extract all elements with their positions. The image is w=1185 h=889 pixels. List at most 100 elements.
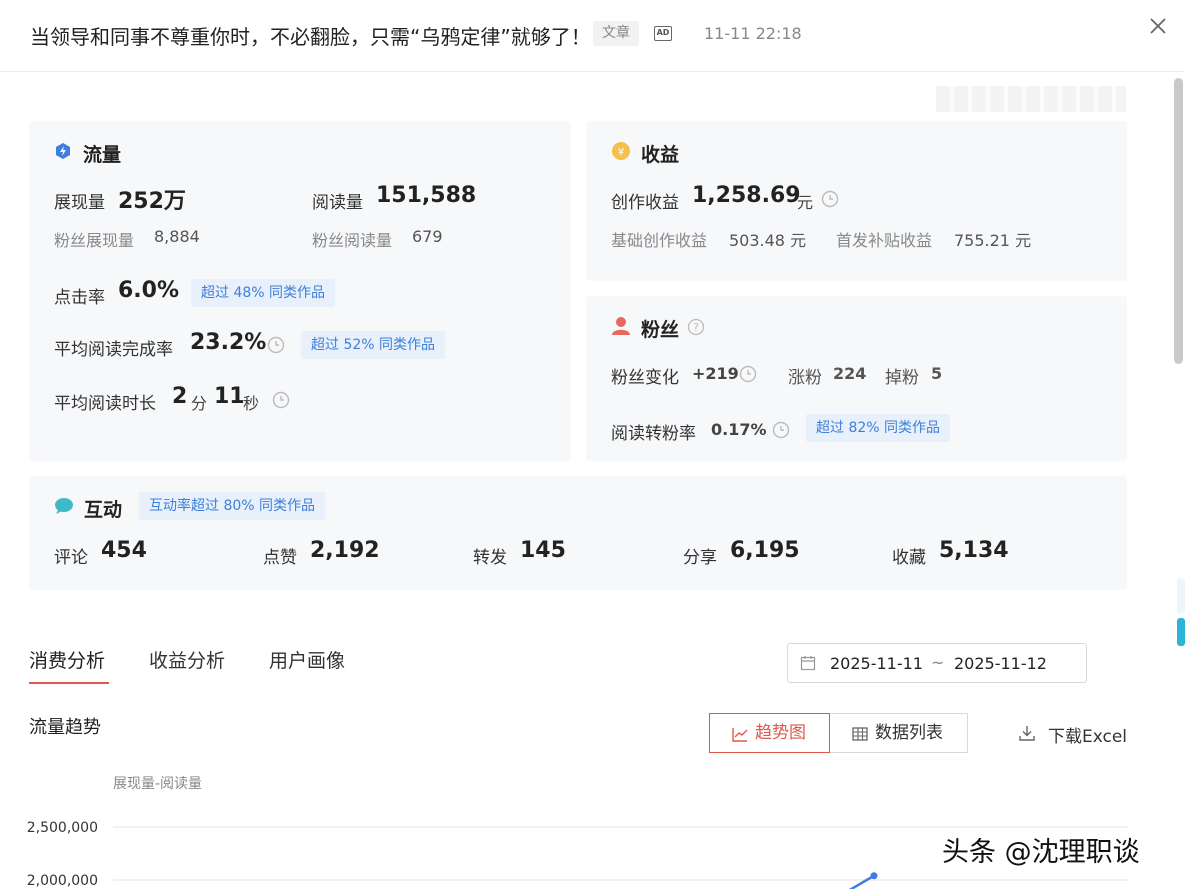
start-date[interactable]: 2025-11-11 — [830, 654, 923, 673]
traffic-trend-chart: 展现量-阅读量 2,500,000 2,000,000 — [27, 775, 1128, 889]
base-revenue-label: 基础创作收益 — [611, 231, 708, 250]
scrollbar-thumb[interactable] — [1174, 78, 1183, 364]
svg-text:¥: ¥ — [618, 147, 624, 158]
revenue-total-value: 1,258.69 — [692, 183, 801, 208]
subsidy-revenue-label: 首发补贴收益 — [836, 231, 933, 250]
likes-label: 点赞 — [263, 548, 297, 568]
chat-bubble-icon — [55, 498, 73, 514]
completion-badge: 超过 52% 同类作品 — [301, 331, 446, 359]
conversion-value: 0.17% — [711, 420, 767, 439]
favorites-value: 5,134 — [939, 538, 1009, 563]
interaction-title: 互动 — [84, 499, 123, 521]
active-tab-indicator — [29, 682, 109, 684]
clock-icon[interactable] — [267, 336, 285, 354]
ctr-label: 点击率 — [54, 288, 105, 308]
trend-chart-label: 趋势图 — [755, 723, 806, 743]
fan-impressions-label: 粉丝展现量 — [54, 231, 135, 250]
minutes-unit: 分 — [191, 394, 208, 413]
conversion-label: 阅读转粉率 — [611, 424, 696, 444]
coin-icon: ¥ — [612, 142, 630, 160]
side-accent-tab[interactable] — [1177, 618, 1185, 646]
header: 当领导和同事不尊重你时，不必翻脸，只需“乌鸦定律”就够了！ 文章 AD 11-1… — [0, 0, 1185, 72]
traffic-icon — [56, 143, 70, 159]
tab-revenue-analysis[interactable]: 收益分析 — [149, 646, 225, 673]
fans-gain-value: 224 — [833, 364, 867, 383]
comments-value: 454 — [101, 538, 147, 563]
reads-label: 阅读量 — [312, 193, 363, 213]
seconds-unit: 秒 — [243, 394, 260, 413]
ad-icon: AD — [654, 26, 672, 41]
fans-change-label: 粉丝变化 — [611, 368, 679, 388]
reposts-value: 145 — [520, 538, 566, 563]
section-title: 流量趋势 — [29, 717, 101, 738]
data-list-button[interactable]: 数据列表 — [829, 713, 968, 753]
trend-icon — [732, 728, 748, 742]
faded-header-remnant — [936, 86, 1126, 112]
fans-change-value: +219 — [692, 364, 739, 383]
date-range-picker[interactable]: 2025-11-11 ~ 2025-11-12 — [787, 643, 1087, 683]
fans-loss-label: 掉粉 — [885, 368, 919, 388]
shares-label: 分享 — [683, 548, 717, 568]
chart-series-line — [848, 874, 875, 889]
tab-consumption-analysis[interactable]: 消费分析 — [29, 646, 105, 673]
download-excel-label: 下载Excel — [1048, 727, 1128, 747]
conversion-badge: 超过 82% 同类作品 — [806, 414, 951, 442]
ctr-badge: 超过 48% 同类作品 — [191, 279, 336, 307]
chart-data-point[interactable] — [870, 872, 878, 880]
fans-gain-label: 涨粉 — [788, 368, 822, 388]
reads-value: 151,588 — [376, 183, 477, 208]
duration-label: 平均阅读时长 — [54, 394, 156, 414]
user-icon — [612, 317, 630, 335]
clock-icon[interactable] — [739, 365, 757, 383]
close-icon[interactable] — [1146, 14, 1170, 38]
revenue-total-label: 创作收益 — [611, 193, 679, 213]
view-toggle: 趋势图 数据列表 — [709, 713, 968, 753]
date-separator: ~ — [931, 653, 945, 672]
download-icon — [1019, 726, 1035, 741]
watermark: 头条 @沈理职谈 — [942, 837, 1140, 868]
revenue-card: ¥ 收益 创作收益 1,258.69 元 基础创作收益 503.48 元 首发补… — [586, 121, 1127, 281]
fans-card: 粉丝 ? 粉丝变化 +219 涨粉 224 掉粉 5 阅读转粉率 0.17% 超… — [586, 296, 1127, 461]
svg-text:?: ? — [693, 321, 699, 334]
end-date[interactable]: 2025-11-12 — [954, 654, 1047, 673]
side-widget — [1177, 578, 1185, 614]
chart-y-tick-label: 2,000,000 — [27, 873, 98, 889]
calendar-icon — [800, 656, 816, 671]
subsidy-revenue-value: 755.21 元 — [954, 231, 1032, 250]
ctr-value: 6.0% — [118, 278, 180, 303]
fan-reads-value: 679 — [412, 227, 443, 246]
publish-time: 11-11 22:18 — [704, 24, 802, 43]
interaction-card: 互动 互动率超过 80% 同类作品 评论 454 点赞 2,192 转发 145… — [29, 476, 1127, 590]
revenue-unit: 元 — [797, 193, 814, 212]
trend-chart-button[interactable]: 趋势图 — [709, 713, 830, 753]
clock-icon[interactable] — [772, 421, 790, 439]
revenue-title: 收益 — [641, 144, 680, 166]
likes-value: 2,192 — [310, 538, 380, 563]
article-title[interactable]: 当领导和同事不尊重你时，不必翻脸，只需“乌鸦定律”就够了！ — [30, 21, 591, 50]
duration-seconds: 11 — [214, 384, 245, 409]
chart-ylabel: 展现量-阅读量 — [113, 775, 202, 792]
completion-value: 23.2% — [190, 330, 267, 355]
comments-label: 评论 — [54, 548, 88, 568]
impressions-label: 展现量 — [54, 193, 105, 213]
impressions-value: 252万 — [118, 189, 186, 214]
fans-title: 粉丝 — [641, 319, 680, 341]
chart-y-tick-label: 2,500,000 — [27, 820, 98, 836]
traffic-title: 流量 — [83, 144, 122, 166]
fan-impressions-value: 8,884 — [154, 227, 200, 246]
article-data-panel: 当领导和同事不尊重你时，不必翻脸，只需“乌鸦定律”就够了！ 文章 AD 11-1… — [0, 0, 1185, 889]
base-revenue-value: 503.48 元 — [729, 231, 807, 250]
tab-user-profile[interactable]: 用户画像 — [269, 646, 345, 673]
reposts-label: 转发 — [473, 548, 507, 568]
interaction-badge: 互动率超过 80% 同类作品 — [139, 492, 326, 520]
shares-value: 6,195 — [730, 538, 800, 563]
clock-icon[interactable] — [272, 391, 290, 409]
duration-minutes: 2 — [172, 384, 188, 409]
fan-reads-label: 粉丝阅读量 — [312, 231, 393, 250]
help-icon[interactable]: ? — [687, 318, 705, 336]
fans-loss-value: 5 — [931, 364, 943, 383]
clock-icon[interactable] — [821, 190, 839, 208]
traffic-card: 流量 展现量 252万 阅读量 151,588 粉丝展现量 8,884 粉丝阅读… — [29, 121, 571, 461]
table-icon — [852, 727, 868, 741]
favorites-label: 收藏 — [892, 548, 926, 568]
